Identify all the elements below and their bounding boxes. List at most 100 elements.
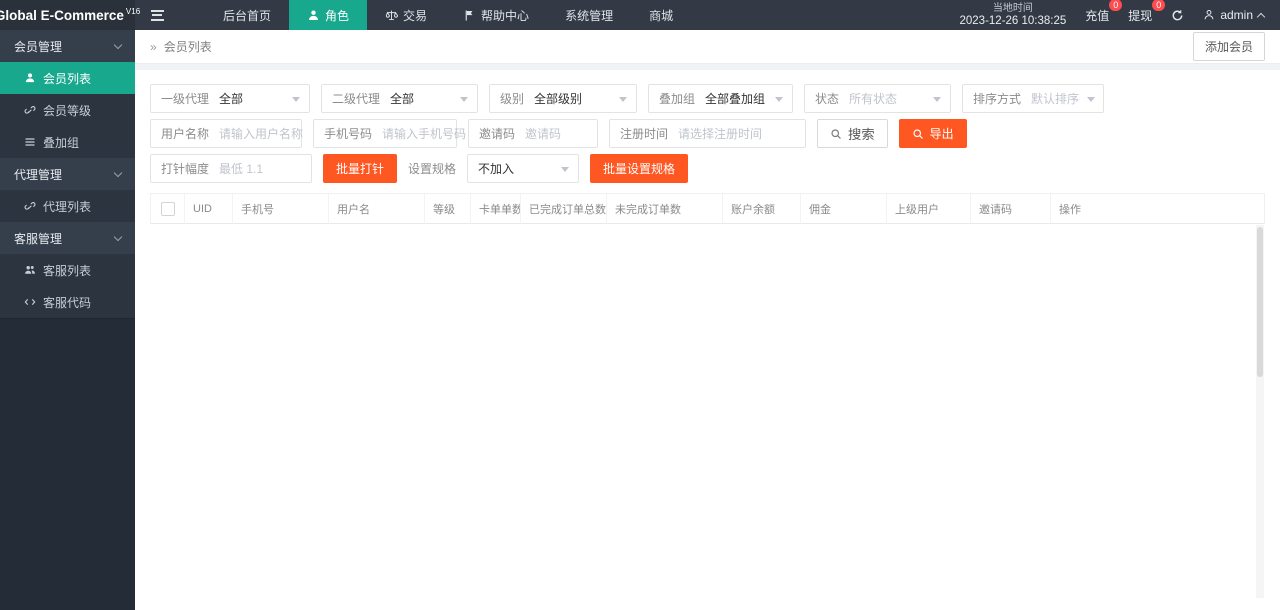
overlay-group-select[interactable]: 叠加组 全部叠加组 xyxy=(648,84,793,113)
level-select[interactable]: 级别 全部级别 xyxy=(489,84,637,113)
sidebar-item-overlay-group[interactable]: 叠加组 xyxy=(0,126,135,158)
select-label: 状态 xyxy=(805,90,849,107)
app-logo-text: Global E-Commerce xyxy=(0,8,124,23)
sidebar-group-service-mgmt[interactable]: 客服管理 xyxy=(0,222,135,254)
search-button[interactable]: 搜索 xyxy=(817,119,888,148)
status-select[interactable]: 状态 所有状态 xyxy=(804,84,951,113)
sidebar-item-member-list[interactable]: 会员列表 xyxy=(0,62,135,94)
table-scrollbar[interactable] xyxy=(1256,225,1264,598)
phone-input[interactable]: 手机号码 请输入手机号码 xyxy=(313,119,457,148)
col-stuck-orders: 卡单单数 xyxy=(471,194,521,224)
search-button-label: 搜索 xyxy=(848,124,875,143)
menu-item-help[interactable]: 帮助中心 xyxy=(445,0,547,30)
chevron-down-icon xyxy=(114,168,122,176)
main-content: » 会员列表 添加会员 一级代理 全部 二级代理 全部 级别 全部级别 叠加组 xyxy=(135,30,1280,610)
main-menu: 后台首页 角色 交易 帮助中心 系统管理 商城 xyxy=(205,0,691,30)
sidebar-group-agent-mgmt[interactable]: 代理管理 xyxy=(0,158,135,190)
menu-item-dashboard[interactable]: 后台首页 xyxy=(205,0,289,30)
select-all-checkbox[interactable] xyxy=(161,202,175,216)
user-menu[interactable]: admin xyxy=(1203,8,1264,22)
sidebar-item-agent-list[interactable]: 代理列表 xyxy=(0,190,135,222)
recharge-link[interactable]: 充值 0 xyxy=(1085,7,1109,24)
select-label: 级别 xyxy=(490,90,534,107)
recharge-label: 充值 xyxy=(1085,9,1109,23)
batch-inject-button[interactable]: 批量打针 xyxy=(323,154,397,183)
spec-label: 设置规格 xyxy=(408,160,456,177)
navbar-right: 当地时间 2023-12-26 10:38:25 充值 0 提现 0 admin xyxy=(959,0,1280,30)
list-icon xyxy=(24,136,36,148)
sidebar-group-label: 客服管理 xyxy=(14,230,62,247)
chevron-down-icon xyxy=(775,97,783,106)
sidebar-item-label: 客服代码 xyxy=(43,294,91,311)
member-list-panel: 一级代理 全部 二级代理 全部 级别 全部级别 叠加组 全部叠加组 状态 xyxy=(135,70,1280,610)
username-input[interactable]: 用户名称 请输入用户名称 xyxy=(150,119,302,148)
code-icon xyxy=(24,296,36,308)
sidebar-group-member-mgmt[interactable]: 会员管理 xyxy=(0,30,135,62)
add-member-button[interactable]: 添加会员 xyxy=(1193,32,1265,61)
register-time-input[interactable]: 注册时间 请选择注册时间 xyxy=(609,119,806,148)
menu-item-label: 角色 xyxy=(325,7,349,24)
chevron-down-icon xyxy=(933,97,941,106)
select-value: 全部级别 xyxy=(534,90,611,107)
chevron-down-icon xyxy=(1087,97,1095,106)
level2-agent-select[interactable]: 二级代理 全部 xyxy=(321,84,478,113)
app-logo: Global E-CommerceV16 xyxy=(0,0,135,30)
col-balance: 账户余额 xyxy=(723,194,801,224)
local-time: 当地时间 2023-12-26 10:38:25 xyxy=(959,2,1066,28)
export-button[interactable]: 导出 xyxy=(899,119,967,148)
chevron-up-icon xyxy=(1257,12,1265,20)
select-label: 排序方式 xyxy=(963,90,1031,107)
chevron-down-icon xyxy=(619,97,627,106)
input-placeholder: 请选择注册时间 xyxy=(678,125,805,142)
level1-agent-select[interactable]: 一级代理 全部 xyxy=(150,84,310,113)
chevron-down-icon xyxy=(561,167,569,176)
select-value: 所有状态 xyxy=(849,90,925,107)
spec-select[interactable]: 不加入 xyxy=(467,154,579,183)
withdraw-badge: 0 xyxy=(1152,0,1165,11)
menu-item-label: 系统管理 xyxy=(565,7,613,24)
invite-code-input[interactable]: 邀请码 邀请码 xyxy=(468,119,598,148)
sidebar-item-service-code[interactable]: 客服代码 xyxy=(0,286,135,318)
sidebar-item-label: 客服列表 xyxy=(43,262,91,279)
batch-spec-button[interactable]: 批量设置规格 xyxy=(590,154,688,183)
menu-item-roles[interactable]: 角色 xyxy=(289,0,367,30)
chevron-down-icon xyxy=(114,232,122,240)
top-navbar: Global E-CommerceV16 后台首页 角色 交易 帮助中心 系统管… xyxy=(0,0,1280,30)
inject-range-input[interactable]: 打针幅度 最低 1.1 xyxy=(150,154,312,183)
refresh-icon[interactable] xyxy=(1171,9,1184,22)
input-placeholder: 最低 1.1 xyxy=(219,160,311,177)
sort-select[interactable]: 排序方式 默认排序 xyxy=(962,84,1104,113)
sidebar-group-label: 代理管理 xyxy=(14,166,62,183)
local-time-value: 2023-12-26 10:38:25 xyxy=(959,15,1066,28)
withdraw-link[interactable]: 提现 0 xyxy=(1128,7,1152,24)
menu-item-system[interactable]: 系统管理 xyxy=(547,0,631,30)
filter-row-selects: 一级代理 全部 二级代理 全部 级别 全部级别 叠加组 全部叠加组 状态 xyxy=(150,84,1265,113)
select-value: 不加入 xyxy=(468,160,553,177)
col-commission: 佣金 xyxy=(801,194,887,224)
menu-item-trade[interactable]: 交易 xyxy=(367,0,445,30)
hamburger-icon[interactable] xyxy=(135,0,179,30)
breadcrumb-symbol: » xyxy=(150,40,157,54)
input-label: 打针幅度 xyxy=(151,160,219,177)
input-placeholder: 请输入手机号码 xyxy=(382,125,466,142)
sidebar-item-label: 叠加组 xyxy=(43,134,79,151)
col-phone: 手机号 xyxy=(233,194,329,224)
breadcrumb: » 会员列表 添加会员 xyxy=(135,30,1280,64)
filter-row-batch: 打针幅度 最低 1.1 批量打针 设置规格 不加入 批量设置规格 xyxy=(150,154,1265,183)
sidebar-item-label: 会员列表 xyxy=(43,70,91,87)
sidebar-item-member-level[interactable]: 会员等级 xyxy=(0,94,135,126)
sidebar-group-label: 会员管理 xyxy=(14,38,62,55)
select-value: 全部 xyxy=(219,90,284,107)
menu-item-mall[interactable]: 商城 xyxy=(631,0,691,30)
link-icon xyxy=(24,104,36,116)
user-icon xyxy=(1203,9,1215,21)
batch-spec-label: 批量设置规格 xyxy=(603,160,675,177)
scrollbar-thumb[interactable] xyxy=(1257,227,1263,377)
menu-item-label: 商城 xyxy=(649,7,673,24)
page-title: 会员列表 xyxy=(164,38,212,55)
link-icon xyxy=(24,200,36,212)
member-table: UID 手机号 用户名 等级 卡单单数 已完成订单总数 未完成订单数 账户余额 … xyxy=(150,193,1265,224)
local-time-label: 当地时间 xyxy=(959,2,1066,15)
sidebar-item-service-list[interactable]: 客服列表 xyxy=(0,254,135,286)
chevron-down-icon xyxy=(460,97,468,106)
